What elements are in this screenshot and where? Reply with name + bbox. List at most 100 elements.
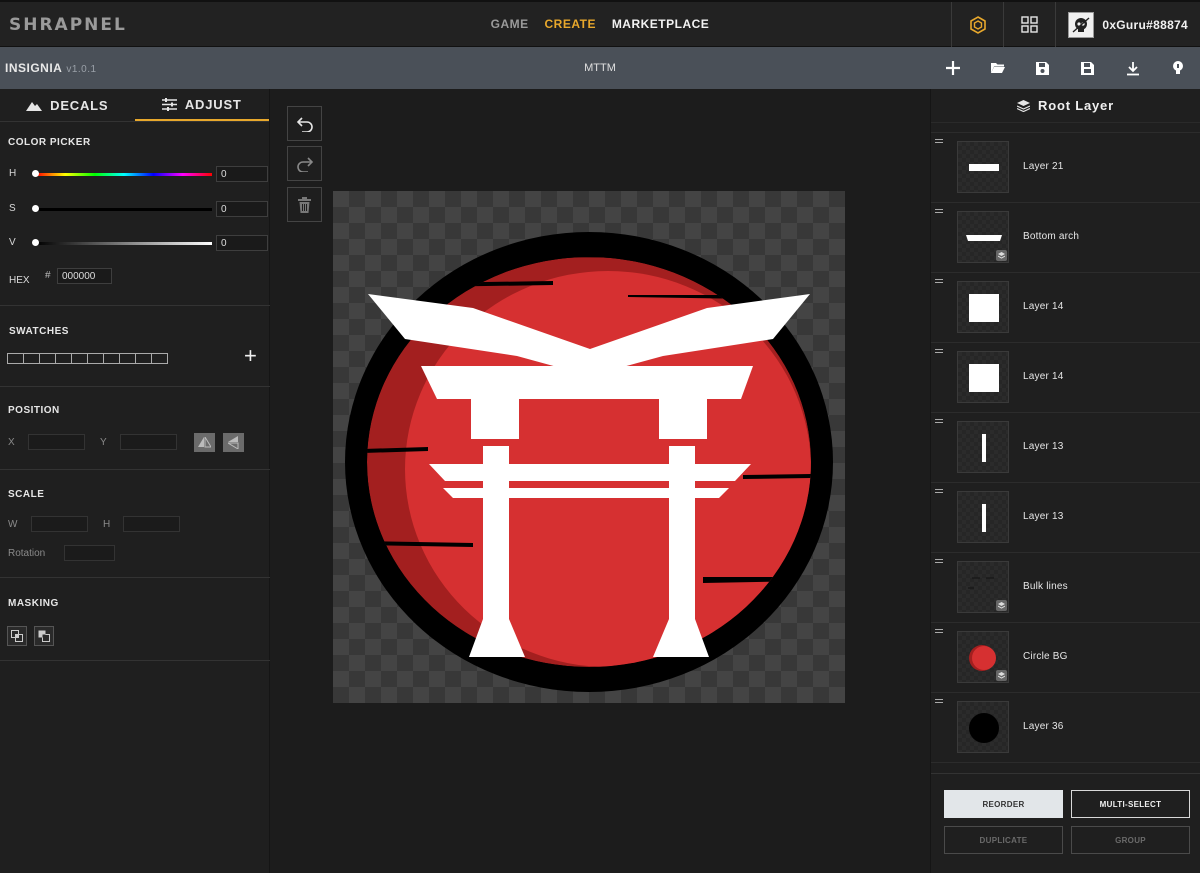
scale-title: SCALE [8, 489, 45, 500]
layer-thumbnail [957, 421, 1009, 473]
swatch[interactable] [87, 353, 104, 364]
position-x-input[interactable] [28, 434, 85, 450]
layer-row[interactable]: Layer 14 [931, 273, 1200, 343]
hue-label: H [9, 168, 17, 179]
tab-decals[interactable]: DECALS [0, 89, 135, 121]
value-slider-handle[interactable] [32, 239, 39, 246]
scale-height-input[interactable] [123, 516, 180, 532]
position-y-input[interactable] [120, 434, 177, 450]
add-swatch-button[interactable]: + [244, 345, 257, 367]
flip-horizontal-icon [198, 437, 211, 448]
value-slider[interactable] [36, 242, 212, 245]
swatch[interactable] [23, 353, 40, 364]
nav-game-link[interactable]: GAME [491, 17, 529, 31]
divider [0, 577, 270, 578]
swatch[interactable] [7, 353, 24, 364]
user-menu[interactable]: 0xGuru#88874 [1055, 2, 1200, 47]
layer-row[interactable]: Bottom arch [931, 203, 1200, 273]
nav-marketplace-link[interactable]: MARKETPLACE [612, 17, 710, 31]
layer-row[interactable]: Layer 36 [931, 693, 1200, 763]
redo-button[interactable] [287, 146, 322, 181]
delete-button[interactable] [287, 187, 322, 222]
flip-vertical-button[interactable] [223, 433, 244, 452]
layer-row[interactable] [931, 123, 1200, 133]
layer-row[interactable]: Bulk lines [931, 553, 1200, 623]
layer-name: Layer 36 [1023, 721, 1064, 732]
hex-input[interactable]: 000000 [57, 268, 112, 284]
group-badge-icon [996, 600, 1007, 611]
layer-row[interactable]: Layer 14 [931, 343, 1200, 413]
group-badge-icon [996, 670, 1007, 681]
multi-select-button[interactable]: MULTI-SELECT [1071, 790, 1190, 818]
layer-thumbnail [957, 561, 1009, 613]
rotation-input[interactable] [64, 545, 115, 561]
duplicate-button[interactable]: DUPLICATE [944, 826, 1063, 854]
layer-row[interactable]: Layer 21 [931, 133, 1200, 203]
saturation-slider[interactable] [36, 208, 212, 211]
layer-name: Layer 21 [1023, 161, 1064, 172]
save-as-button[interactable] [1065, 47, 1110, 89]
mask-intersect-icon [11, 630, 23, 642]
nav-create-link[interactable]: CREATE [545, 17, 596, 31]
value-input[interactable]: 0 [216, 235, 268, 251]
insignia-emblem [345, 232, 833, 692]
drag-handle-icon[interactable] [935, 349, 943, 353]
save-button[interactable] [1020, 47, 1065, 89]
swatch[interactable] [135, 353, 152, 364]
reorder-button[interactable]: REORDER [944, 790, 1063, 818]
drag-handle-icon[interactable] [935, 699, 943, 703]
flip-vertical-icon [228, 436, 239, 449]
drag-handle-icon[interactable] [935, 279, 943, 283]
help-button[interactable] [1155, 47, 1200, 89]
new-button[interactable] [930, 47, 975, 89]
scale-width-input[interactable] [31, 516, 88, 532]
artboard[interactable] [333, 191, 845, 703]
hue-input[interactable]: 0 [216, 166, 268, 182]
undo-button[interactable] [287, 106, 322, 141]
layer-list: Layer 21 Bottom arch Layer 14 Layer 14 L… [931, 123, 1200, 773]
canvas-area [270, 89, 930, 873]
redo-icon [296, 156, 313, 172]
swatch[interactable] [55, 353, 72, 364]
hue-slider[interactable] [36, 173, 212, 176]
square-thumb-icon [969, 294, 999, 322]
drag-handle-icon[interactable] [935, 629, 943, 633]
position-y-label: Y [100, 437, 107, 448]
value-label: V [9, 237, 16, 248]
open-button[interactable] [975, 47, 1020, 89]
swatch[interactable] [71, 353, 88, 364]
swatch[interactable] [119, 353, 136, 364]
group-button[interactable]: GROUP [1071, 826, 1190, 854]
download-icon [1126, 61, 1139, 75]
swatch[interactable] [103, 353, 120, 364]
hue-slider-handle[interactable] [32, 170, 39, 177]
drag-handle-icon[interactable] [935, 489, 943, 493]
layer-name: Bottom arch [1023, 231, 1080, 242]
swatch[interactable] [39, 353, 56, 364]
flip-horizontal-button[interactable] [194, 433, 215, 452]
layer-row[interactable]: Layer 13 [931, 413, 1200, 483]
masking-title: MASKING [8, 598, 59, 609]
layer-thumbnail [957, 351, 1009, 403]
saturation-input[interactable]: 0 [216, 201, 268, 217]
layer-row[interactable]: Circle BG [931, 623, 1200, 693]
mask-intersect-button[interactable] [7, 626, 27, 646]
drag-handle-icon[interactable] [935, 559, 943, 563]
drag-handle-icon[interactable] [935, 209, 943, 213]
rotation-label: Rotation [8, 548, 46, 559]
tab-adjust[interactable]: ADJUST [134, 89, 269, 121]
editor-toolbar: INSIGNIA v1.0.1 MTTM [0, 47, 1200, 89]
drag-handle-icon[interactable] [935, 139, 943, 143]
layer-name: Circle BG [1023, 651, 1068, 662]
drag-handle-icon[interactable] [935, 419, 943, 423]
shrapnel-token-button[interactable] [951, 2, 1003, 47]
apps-grid-button[interactable] [1003, 2, 1055, 47]
tab-adjust-label: ADJUST [184, 96, 242, 112]
download-button[interactable] [1110, 47, 1155, 89]
folder-open-icon [990, 63, 1005, 73]
swatch[interactable] [151, 353, 168, 364]
mask-subtract-button[interactable] [34, 626, 54, 646]
layer-name: Layer 13 [1023, 441, 1064, 452]
saturation-slider-handle[interactable] [32, 205, 39, 212]
layer-row[interactable]: Layer 13 [931, 483, 1200, 553]
